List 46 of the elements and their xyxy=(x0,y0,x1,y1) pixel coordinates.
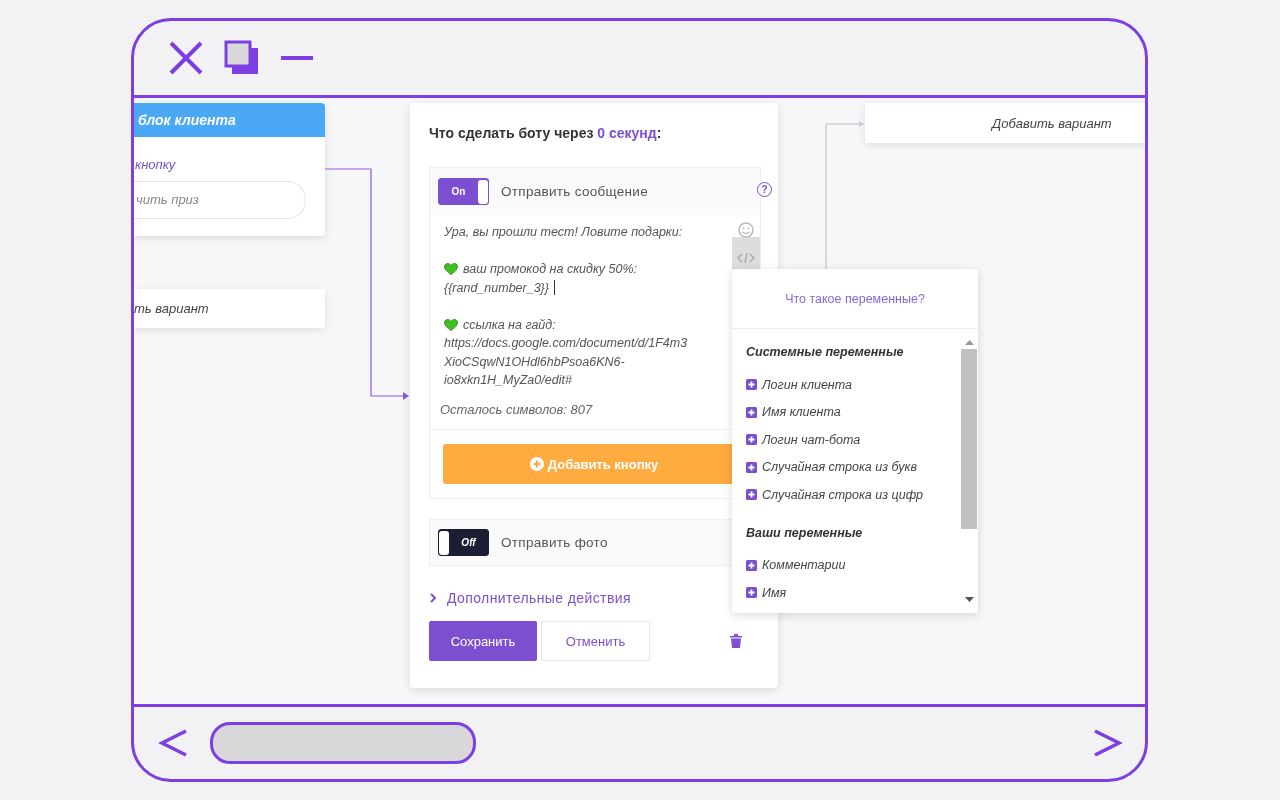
scrollbar-thumb[interactable] xyxy=(210,722,476,764)
chevron-icon xyxy=(429,593,437,603)
plus-circle-icon xyxy=(529,457,544,471)
message-line: ссылка на гайд: xyxy=(463,316,556,334)
cancel-button[interactable]: Отменить xyxy=(541,621,650,661)
message-line: io8xkn1H_MyZa0/edit# xyxy=(444,372,572,389)
variant-card[interactable]: Добавить вариант xyxy=(865,103,1145,143)
text-cursor xyxy=(553,280,555,296)
message-line: XioCSqwN1OHdl6hbPsoa6KN6- xyxy=(444,353,625,371)
variable-item[interactable]: Комментарии xyxy=(746,551,960,579)
variant-card[interactable]: ть вариант xyxy=(134,289,325,328)
client-block-title: блок клиента xyxy=(134,103,325,137)
variable-item[interactable]: Случайная строка из букв xyxy=(746,453,960,481)
toggle-label: Отправить сообщение xyxy=(501,184,648,199)
toggle-switch[interactable]: On xyxy=(438,178,489,205)
message-line: ваш промокод на скидку 50%: xyxy=(463,261,638,278)
back-icon[interactable] xyxy=(158,727,190,759)
add-button-link[interactable]: кнопку xyxy=(135,157,176,172)
trash-icon[interactable] xyxy=(730,634,742,648)
plus-icon xyxy=(746,587,757,599)
plus-icon xyxy=(746,379,757,391)
plus-icon xyxy=(746,434,757,446)
forward-icon[interactable] xyxy=(1091,727,1123,759)
panel-heading: Что сделать боту через 0 секунд: xyxy=(429,125,663,143)
close-icon[interactable] xyxy=(168,40,204,76)
heart-icon xyxy=(444,263,458,276)
scroll-down-icon[interactable] xyxy=(964,597,974,603)
restore-icon[interactable] xyxy=(224,40,260,76)
toggle-switch[interactable]: Off xyxy=(438,529,489,556)
plus-icon xyxy=(746,489,757,501)
plus-icon xyxy=(746,406,757,418)
message-line: {{rand_number_3}} xyxy=(444,279,549,297)
toggle-label: Отправить фото xyxy=(501,535,608,550)
heart-icon xyxy=(444,318,458,331)
variable-group-title: Ваши переменные xyxy=(746,525,864,540)
message-line: Ура, вы прошли тест! Ловите подарки: xyxy=(444,224,683,241)
variant-label: Добавить вариант xyxy=(992,115,1112,131)
scroll-up-icon[interactable] xyxy=(964,339,974,345)
plus-icon xyxy=(746,559,757,571)
variables-help-link[interactable]: Что такое переменные? xyxy=(785,291,925,306)
message-line: https://docs.google.com/document/d/1F4m3 xyxy=(444,335,688,352)
variant-label: ть вариант xyxy=(134,301,209,316)
save-button[interactable]: Сохранить xyxy=(429,621,537,661)
variable-group-title: Системные переменные xyxy=(746,345,905,359)
variable-item[interactable]: Случайная строка из цифр xyxy=(746,481,960,509)
plus-icon xyxy=(746,461,757,473)
